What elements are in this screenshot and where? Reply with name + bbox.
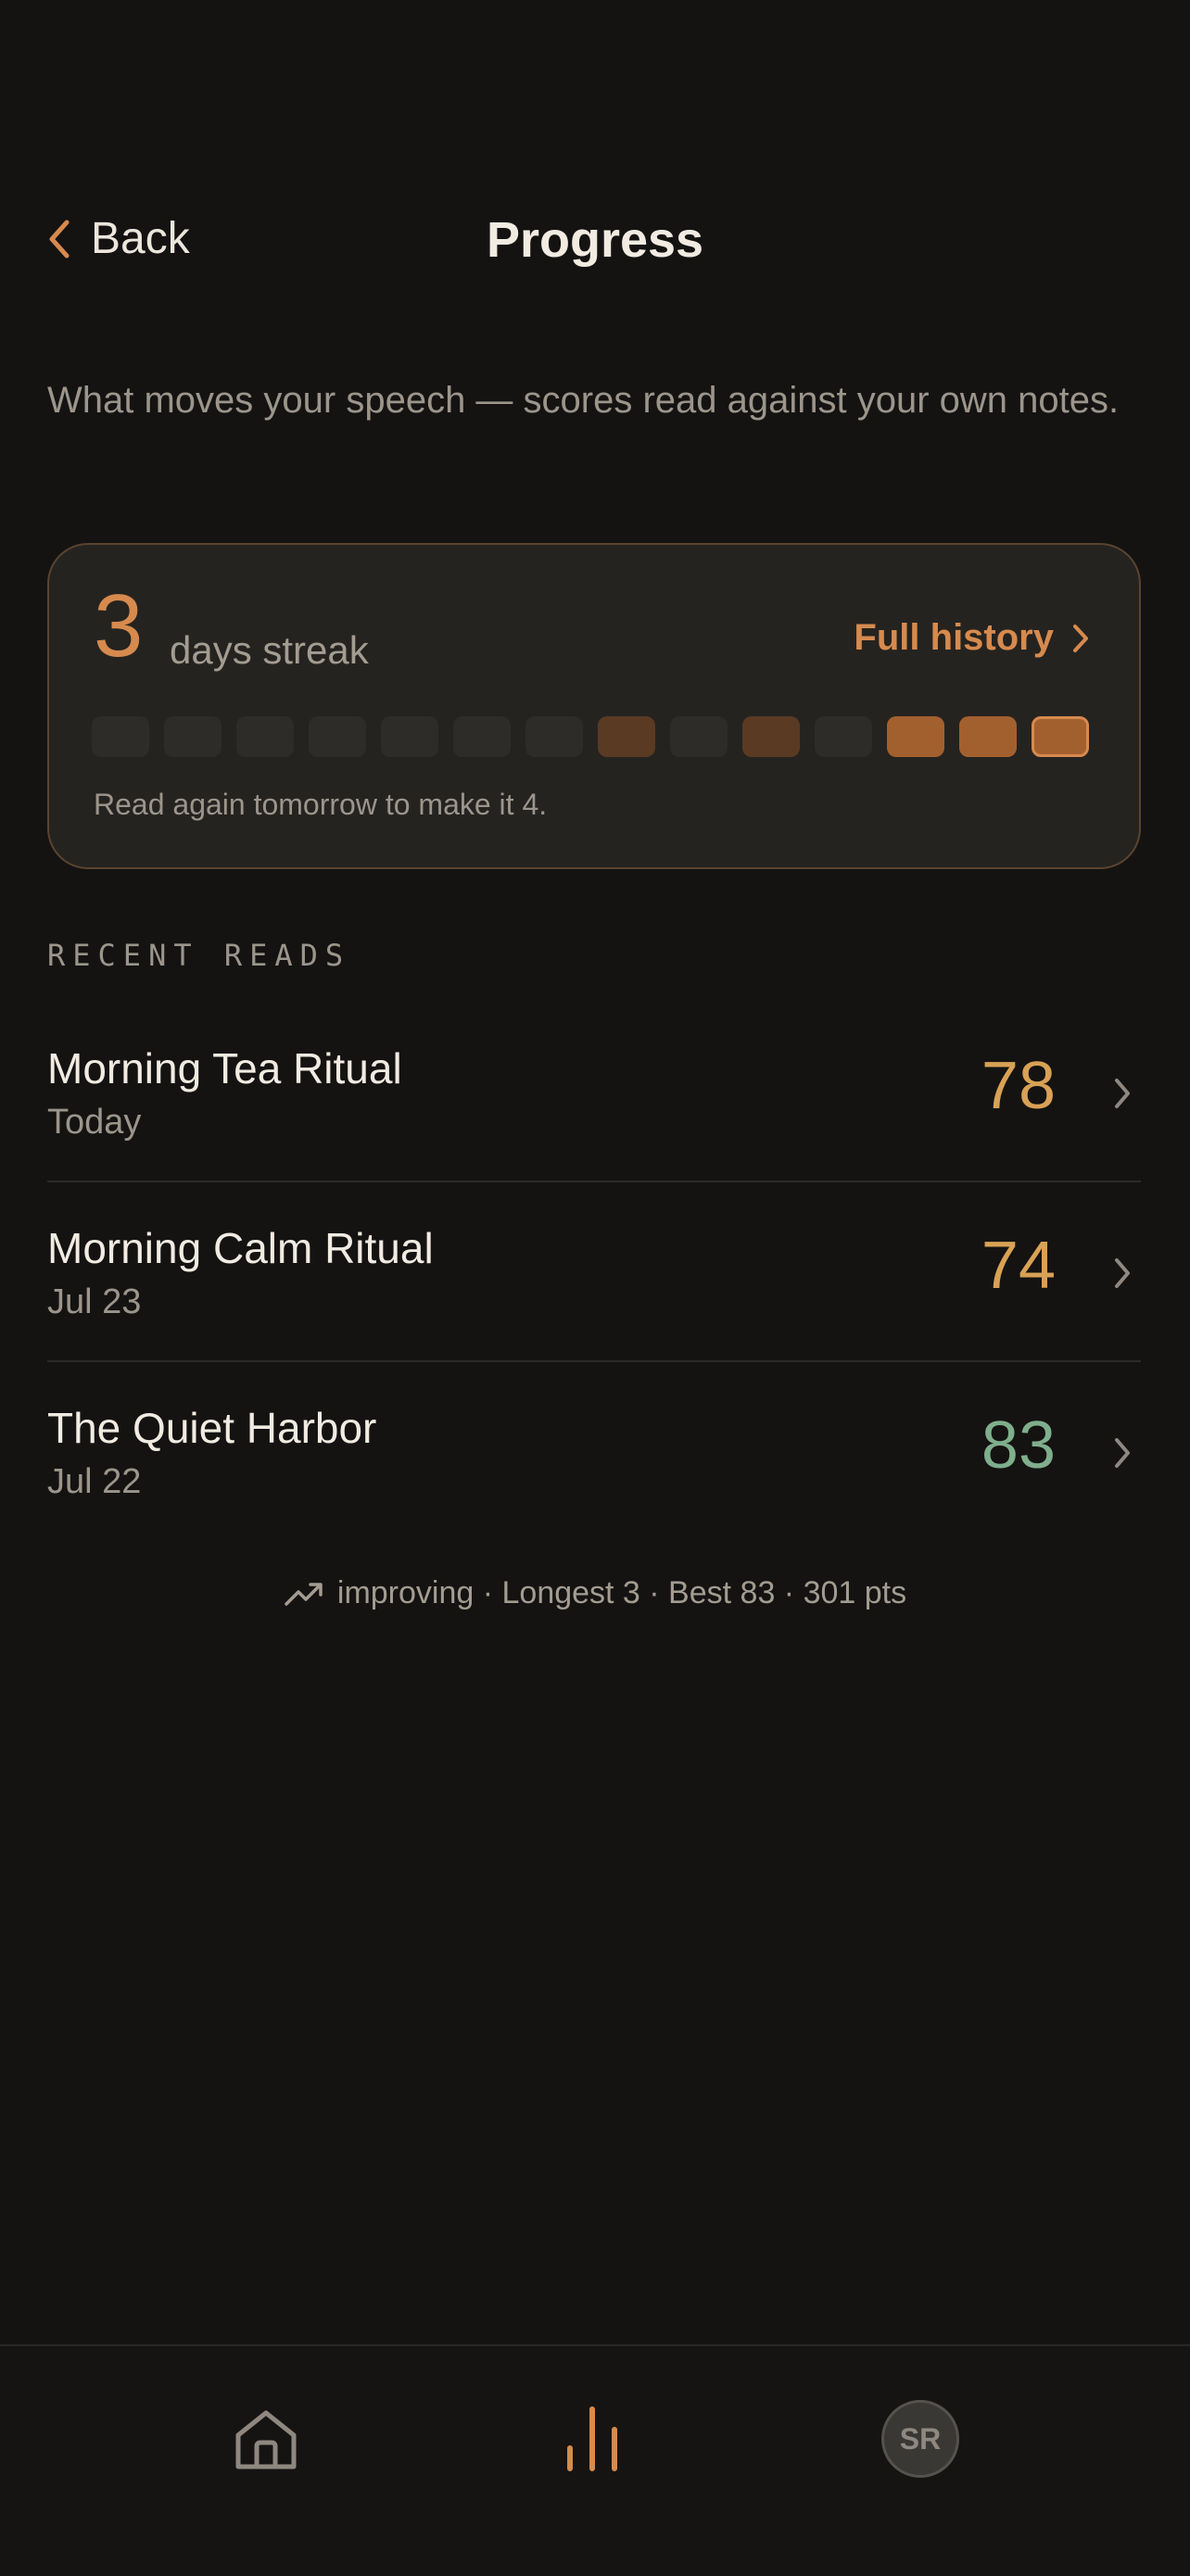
streak-day (742, 716, 800, 757)
read-score: 74 (981, 1229, 1056, 1303)
chevron-right-icon (1115, 1438, 1130, 1468)
summary-text: improving · Longest 3 · Best 83 · 301 pt… (336, 1575, 907, 1610)
page-subtitle: What moves your speech — scores read aga… (47, 380, 1120, 421)
read-score: 83 (981, 1408, 1056, 1483)
read-row[interactable]: Morning Calm Ritual Jul 23 74 (47, 1182, 1141, 1362)
streak-day (92, 716, 149, 757)
avatar: SR (881, 2400, 959, 2478)
chevron-right-icon (1115, 1258, 1130, 1288)
streak-day-grid (92, 716, 1089, 757)
home-icon (235, 2410, 297, 2469)
read-date: Jul 22 (47, 1462, 142, 1501)
read-row[interactable]: The Quiet Harbor Jul 22 83 (47, 1362, 1141, 1540)
chevron-right-icon (1115, 1079, 1130, 1108)
read-date: Today (47, 1103, 142, 1142)
streak-day (525, 716, 583, 757)
read-title: Morning Tea Ritual (47, 1044, 402, 1092)
streak-count: 3 (94, 576, 144, 676)
tab-progress[interactable] (546, 2393, 639, 2485)
streak-day (453, 716, 511, 757)
streak-day (887, 716, 944, 757)
chevron-right-icon (1073, 624, 1088, 652)
read-title: Morning Calm Ritual (47, 1224, 434, 1272)
header: Back Progress (0, 206, 1190, 280)
streak-day (381, 716, 438, 757)
streak-day-today (1032, 716, 1089, 757)
read-date: Jul 23 (47, 1282, 142, 1321)
summary-line: improving · Longest 3 · Best 83 · 301 pt… (0, 1575, 1190, 1611)
tab-home[interactable] (220, 2393, 312, 2485)
tab-profile[interactable]: SR (874, 2393, 967, 2485)
streak-hint: Read again tomorrow to make it 4. (94, 788, 548, 821)
recent-reads-heading: RECENT READS (47, 938, 351, 973)
read-row[interactable]: Morning Tea Ritual Today 78 (47, 1003, 1141, 1182)
read-score: 78 (981, 1049, 1056, 1123)
streak-day (309, 716, 366, 757)
streak-card: 3 days streak Full history Read again to… (47, 543, 1141, 869)
full-history-label: Full history (854, 617, 1054, 658)
streak-label: days streak (170, 628, 369, 672)
streak-day (815, 716, 872, 757)
read-title: The Quiet Harbor (47, 1404, 377, 1452)
streak-day (598, 716, 655, 757)
bar-chart-icon (567, 2406, 617, 2471)
streak-day (670, 716, 728, 757)
full-history-link[interactable]: Full history (854, 617, 1091, 659)
tab-bar: SR (0, 2344, 1190, 2576)
streak-day (959, 716, 1017, 757)
trending-up-icon (285, 1582, 323, 1606)
page-title: Progress (486, 212, 704, 268)
recent-reads-list: Morning Tea Ritual Today 78 Morning Calm… (47, 1003, 1141, 1540)
streak-day (164, 716, 222, 757)
streak-day (236, 716, 294, 757)
